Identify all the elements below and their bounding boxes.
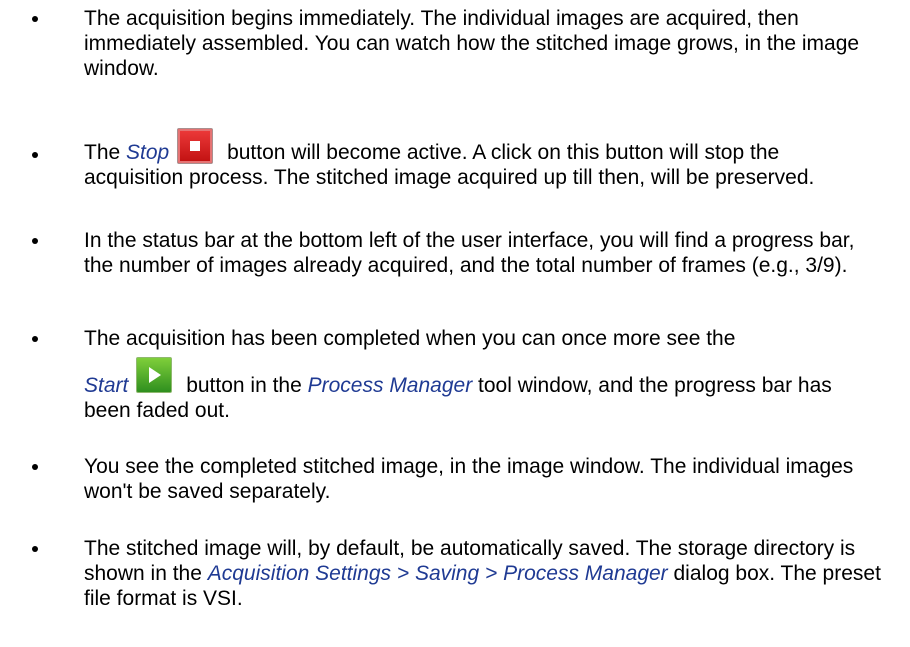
- item-text-pre: The: [84, 141, 127, 164]
- list-item: The stitched image will, by default, be …: [84, 536, 884, 611]
- document-page: The acquisition begins immediately. The …: [0, 0, 910, 647]
- list-item: In the status bar at the bottom left of …: [84, 228, 884, 278]
- start-icon: [136, 357, 173, 394]
- start-link: Start: [84, 374, 129, 397]
- stop-icon: [177, 128, 214, 165]
- list-item: The acquisition begins immediately. The …: [84, 6, 884, 81]
- stop-link: Stop: [126, 141, 170, 164]
- item-text: In the status bar at the bottom left of …: [84, 229, 855, 277]
- bullet-1: [30, 14, 40, 24]
- bullet-6: [30, 544, 40, 554]
- bullet-2: [30, 150, 40, 160]
- item-text-pre: The acquisition has been completed when …: [84, 327, 736, 350]
- list-item: The Stop button will become active. A cl…: [84, 128, 884, 190]
- item-text: The acquisition begins immediately. The …: [84, 7, 860, 80]
- process-manager-link: Process Manager: [307, 374, 473, 397]
- settings-path-link: Acquisition Settings > Saving > Process …: [207, 562, 668, 585]
- item-text-mid: button in the: [180, 374, 308, 397]
- list-item: The acquisition has been completed when …: [84, 326, 884, 423]
- start-line: Start button in the Process Manager tool…: [84, 357, 884, 423]
- bullet-5: [30, 462, 40, 472]
- bullet-4: [30, 334, 40, 344]
- bullet-3: [30, 236, 40, 246]
- list-item: You see the completed stitched image, in…: [84, 454, 884, 504]
- item-text: You see the completed stitched image, in…: [84, 455, 854, 503]
